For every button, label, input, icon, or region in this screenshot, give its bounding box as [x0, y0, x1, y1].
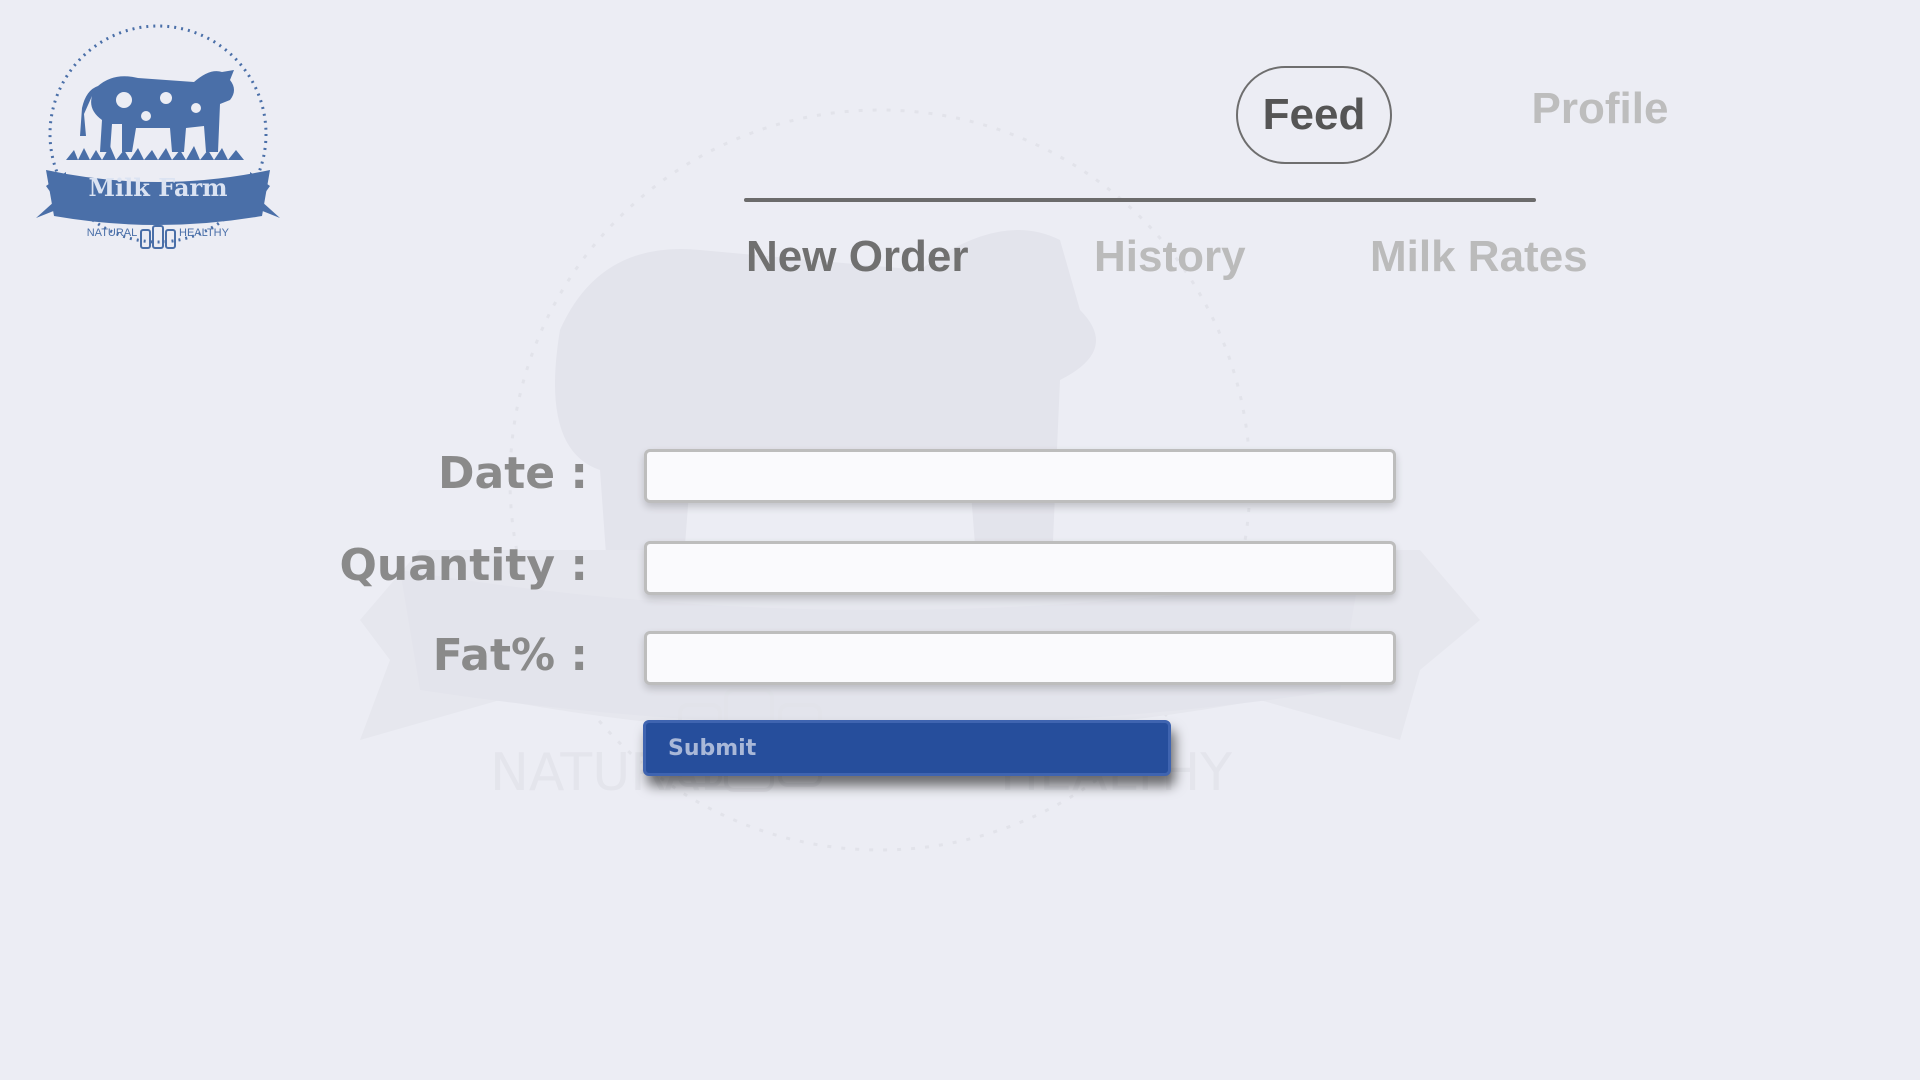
- tab-milk-rates[interactable]: Milk Rates: [1370, 232, 1588, 282]
- background-watermark-logo: NATURAL HEALTHY: [360, 108, 1480, 852]
- tab-new-order[interactable]: New Order: [746, 232, 969, 282]
- nav-divider: [744, 198, 1536, 202]
- fat-percent-input[interactable]: [644, 631, 1396, 685]
- date-input[interactable]: [644, 449, 1396, 503]
- tab-profile[interactable]: Profile: [1500, 84, 1700, 134]
- date-label: Date :: [437, 448, 588, 499]
- milk-farm-logo[interactable]: Milk Farm NATURAL HEALTHY: [26, 24, 290, 254]
- cow-icon: [80, 70, 234, 152]
- milk-bottles-icon: [140, 225, 176, 249]
- submit-button[interactable]: Submit: [643, 720, 1171, 776]
- fat-percent-label: Fat% :: [432, 630, 588, 681]
- logo-tagline-left: NATURAL: [87, 227, 138, 239]
- logo-brand-name: Milk Farm: [88, 173, 227, 202]
- tab-feed[interactable]: Feed: [1236, 66, 1392, 164]
- tab-history[interactable]: History: [1094, 232, 1246, 282]
- quantity-label: Quantity :: [339, 540, 589, 591]
- logo-tagline-right: HEALTHY: [179, 227, 230, 239]
- quantity-input[interactable]: [644, 541, 1396, 595]
